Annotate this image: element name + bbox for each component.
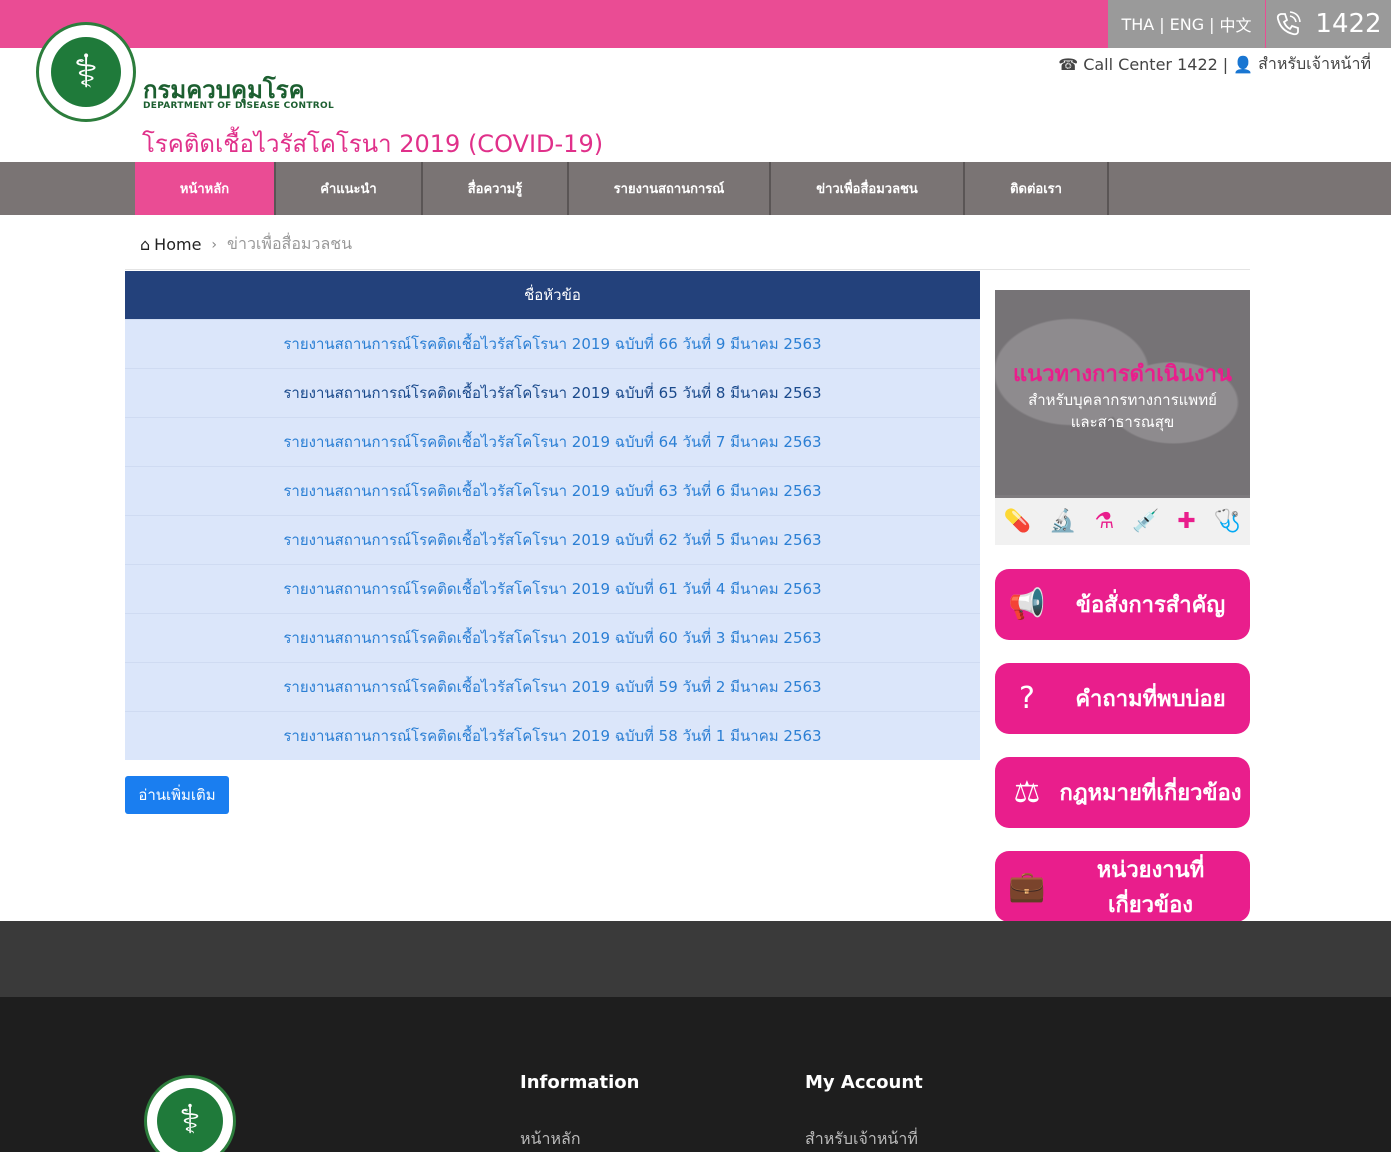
microscope-icon: 🔬: [1049, 509, 1077, 534]
table-row[interactable]: รายงานสถานการณ์โรคติดเชื้อไวรัสโคโรนา 20…: [125, 613, 980, 662]
lang-eng[interactable]: ENG: [1170, 15, 1204, 34]
syringe-icon: 💉: [1132, 509, 1160, 534]
briefcase-icon: 💼: [1008, 869, 1046, 904]
department-name-en: DEPARTMENT OF DISEASE CONTROL: [143, 101, 334, 111]
stethoscope-icon: 🩺: [1213, 509, 1242, 534]
medicine-bottle-icon: ⚗: [1094, 509, 1115, 534]
breadcrumb-home[interactable]: ⌂ Home: [140, 235, 201, 254]
footer-logo: [144, 1075, 236, 1152]
nav-press-news[interactable]: ข่าวเพื่อสื่อมวลชน: [771, 162, 965, 215]
important-orders-button[interactable]: 📢 ข้อสั่งการสำคัญ: [995, 569, 1250, 640]
table-row[interactable]: รายงานสถานการณ์โรคติดเชื้อไวรัสโคโรนา 20…: [125, 662, 980, 711]
home-icon: ⌂: [140, 235, 151, 254]
table-header: ชื่อหัวข้อ: [125, 271, 980, 319]
page-title: โรคติดเชื้อไวรัสโคโรนา 2019 (COVID-19): [142, 130, 604, 158]
faq-button[interactable]: ? คำถามที่พบบ่อย: [995, 663, 1250, 734]
breadcrumb: ⌂ Home › ข่าวเพื่อสื่อมวลชน: [140, 232, 352, 257]
medical-kit-icon: ✚: [1177, 509, 1196, 534]
table-row[interactable]: รายงานสถานการณ์โรคติดเชื้อไวรัสโคโรนา 20…: [125, 564, 980, 613]
table-row[interactable]: รายงานสถานการณ์โรคติดเชื้อไวรัสโคโรนา 20…: [125, 417, 980, 466]
related-laws-button[interactable]: ⚖ กฎหมายที่เกี่ยวข้อง: [995, 757, 1250, 828]
breadcrumb-home-label: Home: [154, 235, 202, 254]
lang-separator: |: [1159, 14, 1165, 34]
table-row[interactable]: รายงานสถานการณ์โรคติดเชื้อไวรัสโคโรนา 20…: [125, 711, 980, 760]
pill-label: ข้อสั่งการสำคัญ: [1075, 593, 1226, 618]
footer-information-heading: Information: [520, 1072, 640, 1093]
pill-label: กฎหมายที่เกี่ยวข้อง: [1059, 781, 1242, 806]
nav-home[interactable]: หน้าหลัก: [135, 162, 276, 215]
banner-subtitle: สำหรับบุคลากรทางการแพทย์: [1028, 391, 1217, 409]
footer: Information หน้าหลัก My Account สำหรับเจ…: [0, 997, 1391, 1152]
lang-separator: |: [1209, 14, 1215, 34]
header-divider: |: [1222, 55, 1229, 74]
pill-icon: 💊: [1003, 509, 1032, 534]
ministry-logo[interactable]: [36, 22, 136, 122]
hotline-number: 1422: [1315, 9, 1382, 39]
table-row[interactable]: รายงานสถานการณ์โรคติดเชื้อไวรัสโคโรนา 20…: [125, 515, 980, 564]
pill-label: คำถามที่พบบ่อย: [1075, 687, 1226, 712]
user-icon: 👤: [1233, 55, 1254, 74]
staff-link[interactable]: สำหรับเจ้าหน้าที่: [1258, 52, 1371, 77]
banner-subtitle: และสาธารณสุข: [1070, 413, 1175, 431]
announcement-icon: 📢: [1008, 587, 1046, 622]
related-agencies-button[interactable]: 💼 หน่วยงานที่เกี่ยวข้อง: [995, 851, 1250, 922]
nav-knowledge-media[interactable]: สื่อความรู้: [423, 162, 569, 215]
footer-account-heading: My Account: [805, 1072, 923, 1093]
lang-tha[interactable]: THA: [1121, 15, 1154, 34]
news-table: ชื่อหัวข้อ รายงานสถานการณ์โรคติดเชื้อไวร…: [125, 271, 980, 760]
call-center-link[interactable]: Call Center 1422: [1083, 55, 1218, 74]
lang-zh[interactable]: 中文: [1220, 12, 1252, 36]
footer-staff-link[interactable]: สำหรับเจ้าหน้าที่: [805, 1127, 918, 1152]
scales-icon: ⚖: [1013, 775, 1041, 810]
nav-contact[interactable]: ติดต่อเรา: [965, 162, 1109, 215]
language-switcher: THA | ENG | 中文: [1108, 0, 1265, 48]
banner-title: แนวทางการดำเนินงาน: [1012, 362, 1233, 387]
table-row[interactable]: รายงานสถานการณ์โรคติดเชื้อไวรัสโคโรนา 20…: [125, 466, 980, 515]
chevron-right-icon: ›: [211, 236, 218, 253]
table-row[interactable]: รายงานสถานการณ์โรคติดเชื้อไวรัสโคโรนา 20…: [125, 319, 980, 368]
breadcrumb-current: ข่าวเพื่อสื่อมวลชน: [227, 234, 353, 253]
nav-situation-report[interactable]: รายงานสถานการณ์: [569, 162, 771, 215]
pill-label: หน่วยงานที่เกี่ยวข้อง: [1096, 857, 1205, 918]
divider: [125, 269, 1250, 270]
table-row[interactable]: รายงานสถานการณ์โรคติดเชื้อไวรัสโคโรนา 20…: [125, 368, 980, 417]
read-more-button[interactable]: อ่านเพิ่มเติม: [125, 776, 229, 814]
question-icon: ?: [1019, 681, 1035, 716]
footer-home-link[interactable]: หน้าหลัก: [520, 1127, 581, 1152]
phone-small-icon: ☎: [1058, 55, 1079, 74]
footer-top-band: [0, 921, 1391, 997]
header-links: ☎ Call Center 1422 | 👤 สำหรับเจ้าหน้าที่: [1058, 52, 1371, 77]
phone-icon: [1277, 11, 1302, 36]
main-nav: หน้าหลัก คำแนะนำ สื่อความรู้ รายงานสถานก…: [0, 162, 1391, 215]
hotline-button[interactable]: 1422: [1266, 0, 1391, 48]
guideline-banner[interactable]: แนวทางการดำเนินงาน สำหรับบุคลากรทางการแพ…: [995, 290, 1250, 545]
nav-advice[interactable]: คำแนะนำ: [276, 162, 423, 215]
medical-icons-strip: 💊 🔬 ⚗ 💉 ✚ 🩺: [995, 498, 1250, 545]
